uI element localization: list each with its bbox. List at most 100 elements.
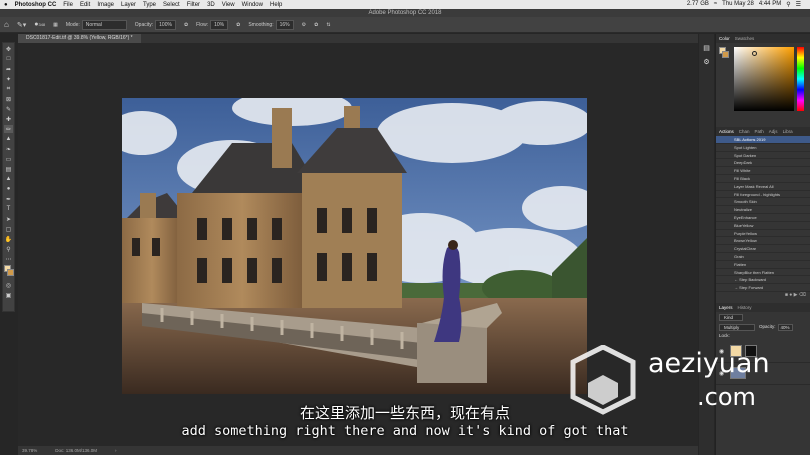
tab-history[interactable]: History xyxy=(738,305,752,310)
marquee-tool-icon[interactable]: □ xyxy=(4,55,13,63)
more-tools-icon[interactable]: ⋯ xyxy=(4,255,13,263)
lasso-tool-icon[interactable]: ➦ xyxy=(4,65,13,73)
home-icon[interactable]: ⌂ xyxy=(4,20,9,29)
tab-color[interactable]: Color xyxy=(719,36,730,41)
app-menu[interactable]: Photoshop CC xyxy=(15,2,57,8)
record-icon[interactable]: ● xyxy=(789,292,792,298)
list-item[interactable]: DeepDark xyxy=(716,159,810,168)
list-item[interactable]: SBL Actions 2019 xyxy=(716,136,810,144)
list-item[interactable]: SharpBlur then Flatten xyxy=(716,269,810,277)
list-item[interactable]: Fill White xyxy=(716,167,810,175)
menu-list-icon[interactable]: ☰ xyxy=(796,1,801,8)
menu-type[interactable]: Type xyxy=(143,2,156,8)
fg-bg-swatch[interactable] xyxy=(719,47,729,58)
menu-filter[interactable]: Filter xyxy=(187,2,200,8)
search-icon[interactable]: ⚲ xyxy=(786,1,790,8)
layer-kind-select[interactable]: Kind xyxy=(719,313,743,321)
wifi-icon[interactable]: ≈ xyxy=(714,1,717,8)
quick-mask-icon[interactable]: ◎ xyxy=(4,281,13,289)
list-item[interactable]: Fill foreground - highlights xyxy=(716,191,810,199)
status-arrow-icon[interactable]: › xyxy=(115,448,117,453)
pressure-size-icon[interactable]: ✿ xyxy=(314,22,318,28)
smoothing-field[interactable]: 16% xyxy=(275,19,294,30)
list-item[interactable]: Spot Darken xyxy=(716,152,810,160)
brush-panel-icon[interactable]: ▦ xyxy=(53,22,58,28)
list-item[interactable]: PurpleYellow xyxy=(716,230,810,238)
gear-icon[interactable]: ⚙ xyxy=(302,22,306,28)
path-select-tool-icon[interactable]: ➤ xyxy=(4,215,13,223)
dodge-tool-icon[interactable]: ● xyxy=(4,185,13,193)
menu-3d[interactable]: 3D xyxy=(207,2,215,8)
flow-field[interactable]: 10% xyxy=(210,19,229,30)
shape-tool-icon[interactable]: ▢ xyxy=(4,225,13,233)
tab-actions[interactable]: Actions xyxy=(719,129,734,134)
symmetry-icon[interactable]: ⇅ xyxy=(326,22,330,28)
pen-tool-icon[interactable]: ✒ xyxy=(4,195,13,203)
bg-swatch[interactable] xyxy=(722,51,729,58)
list-item[interactable]: EyeEnhance xyxy=(716,214,810,222)
menu-image[interactable]: Image xyxy=(97,2,114,8)
color-field[interactable] xyxy=(734,47,794,111)
brush-tool-active-icon[interactable]: ✏ xyxy=(4,125,13,133)
list-item[interactable]: Neutralize xyxy=(716,206,810,214)
color-swatches[interactable] xyxy=(4,265,14,279)
list-item[interactable]: Flatten xyxy=(716,261,810,269)
mode-select[interactable]: Normal xyxy=(81,19,127,30)
history-panel-icon[interactable]: ▤ xyxy=(699,44,714,52)
zoom-level[interactable]: 39.78% xyxy=(22,448,37,453)
list-item[interactable]: Grain xyxy=(716,253,810,261)
tab-channels[interactable]: Chan xyxy=(739,129,750,134)
blend-mode-select[interactable]: Multiply xyxy=(719,323,755,331)
history-brush-tool-icon[interactable]: ❧ xyxy=(4,145,13,153)
type-tool-icon[interactable]: T xyxy=(4,205,13,213)
properties-panel-icon[interactable]: ⚙ xyxy=(699,58,714,66)
menu-layer[interactable]: Layer xyxy=(121,2,136,8)
quick-select-tool-icon[interactable]: ✦ xyxy=(4,75,13,83)
gradient-tool-icon[interactable]: ▤ xyxy=(4,165,13,173)
tab-adjustments[interactable]: Adjs xyxy=(769,129,778,134)
play-icon[interactable]: ▶ xyxy=(794,292,798,298)
tab-paths[interactable]: Path xyxy=(755,129,764,134)
hue-slider[interactable] xyxy=(797,47,804,111)
list-item[interactable]: → Step Forward xyxy=(716,284,810,292)
background-color[interactable] xyxy=(7,269,14,276)
list-item[interactable]: Layer Mask Reveal All xyxy=(716,183,810,191)
list-item[interactable]: CrystalClear xyxy=(716,245,810,253)
frame-tool-icon[interactable]: ⊠ xyxy=(4,95,13,103)
menu-file[interactable]: File xyxy=(63,2,73,8)
screen-mode-icon[interactable]: ▣ xyxy=(4,291,13,299)
tab-libraries[interactable]: Libra xyxy=(783,129,793,134)
zoom-tool-icon[interactable]: ⚲ xyxy=(4,245,13,253)
list-item[interactable]: Spot Lighten xyxy=(716,144,810,152)
document-tab[interactable]: DSC01817-Edit.tif @ 39.8% (Yellow, RGB/1… xyxy=(18,34,141,43)
apple-icon[interactable]: ● xyxy=(4,2,8,8)
menu-select[interactable]: Select xyxy=(163,2,180,8)
crop-tool-icon[interactable]: ⌗ xyxy=(4,85,13,93)
layer-opacity-field[interactable]: 40% xyxy=(777,323,793,331)
airbrush-icon[interactable]: ✿ xyxy=(236,22,240,28)
document-image[interactable] xyxy=(122,98,587,394)
list-item[interactable]: BlueYellow xyxy=(716,222,810,230)
pressure-opacity-icon[interactable]: ✿ xyxy=(184,22,188,28)
menu-window[interactable]: Window xyxy=(242,2,263,8)
opacity-field[interactable]: 100% xyxy=(155,19,176,30)
menu-help[interactable]: Help xyxy=(270,2,282,8)
tab-swatches[interactable]: Swatches xyxy=(735,36,755,41)
tab-layers[interactable]: Layers xyxy=(719,305,733,310)
color-picker[interactable] xyxy=(716,43,810,119)
list-item[interactable]: ← Step Backward xyxy=(716,276,810,285)
healing-tool-icon[interactable]: ✚ xyxy=(4,115,13,123)
trash-icon[interactable]: ⌫ xyxy=(799,292,806,298)
blur-tool-icon[interactable]: ▲ xyxy=(4,175,13,183)
list-item[interactable]: Smooth Skin xyxy=(716,198,810,207)
eyedropper-tool-icon[interactable]: ✎ xyxy=(4,105,13,113)
list-item[interactable]: BrownYellow xyxy=(716,237,810,246)
eraser-tool-icon[interactable]: ▭ xyxy=(4,155,13,163)
move-tool-icon[interactable]: ✥ xyxy=(4,45,13,53)
menu-view[interactable]: View xyxy=(222,2,235,8)
brush-tool-icon[interactable]: ✎▾ xyxy=(17,21,26,29)
menu-edit[interactable]: Edit xyxy=(80,2,90,8)
list-item[interactable]: Fill Black xyxy=(716,175,810,183)
brush-preset-picker[interactable]: ● 348 xyxy=(34,21,45,28)
stamp-tool-icon[interactable]: ▲ xyxy=(4,135,13,143)
